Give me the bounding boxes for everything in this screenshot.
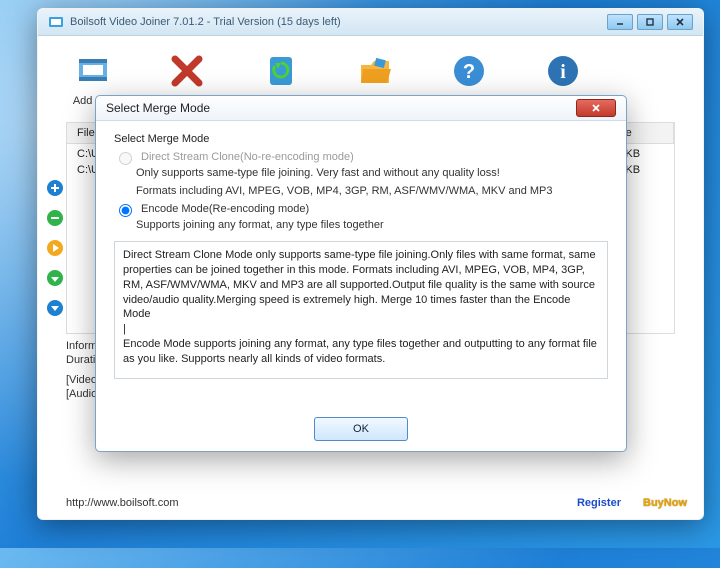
- buy-now-link[interactable]: BuyNow: [643, 497, 687, 509]
- option-direct-stream[interactable]: Direct Stream Clone(No-re-encoding mode): [114, 151, 608, 165]
- down-circle-icon[interactable]: [46, 269, 64, 287]
- window-title: Boilsoft Video Joiner 7.01.2 - Trial Ver…: [70, 16, 341, 28]
- delete-x-icon: [167, 51, 207, 91]
- dialog-footer: OK: [96, 407, 626, 451]
- option-encode-label: Encode Mode(Re-encoding mode): [141, 203, 309, 215]
- window-close-button[interactable]: [667, 14, 693, 30]
- direct-desc-1: Only supports same-type file joining. Ve…: [136, 167, 608, 179]
- direct-desc-2: Formats including AVI, MPEG, VOB, MP4, 3…: [136, 185, 608, 197]
- option-direct-label: Direct Stream Clone(No-re-encoding mode): [141, 151, 354, 163]
- recycle-icon: [261, 51, 301, 91]
- dialog-titlebar: Select Merge Mode: [96, 96, 626, 121]
- register-link[interactable]: Register: [577, 497, 621, 509]
- svg-text:i: i: [560, 61, 566, 83]
- maximize-button[interactable]: [637, 14, 663, 30]
- dialog-close-button[interactable]: [576, 99, 616, 117]
- dialog-title: Select Merge Mode: [106, 101, 210, 115]
- app-icon: [48, 14, 64, 30]
- section-heading: Select Merge Mode: [114, 133, 608, 145]
- merge-mode-dialog: Select Merge Mode Select Merge Mode Dire…: [95, 95, 627, 452]
- radio-encode-mode[interactable]: [119, 204, 132, 217]
- website-link[interactable]: http://www.boilsoft.com: [66, 497, 179, 509]
- remove-circle-icon[interactable]: [46, 209, 64, 227]
- film-add-icon: [73, 51, 113, 91]
- help-icon: ?: [449, 51, 489, 91]
- radio-direct-stream[interactable]: [119, 152, 132, 165]
- encode-desc: Supports joining any format, any type fi…: [136, 219, 608, 231]
- dialog-body: Select Merge Mode Direct Stream Clone(No…: [96, 121, 626, 407]
- mode-explanation-text: Direct Stream Clone Mode only supports s…: [114, 241, 608, 379]
- more-circle-icon[interactable]: [46, 299, 64, 317]
- titlebar: Boilsoft Video Joiner 7.01.2 - Trial Ver…: [38, 9, 703, 36]
- option-encode-mode[interactable]: Encode Mode(Re-encoding mode): [114, 203, 608, 217]
- minimize-button[interactable]: [607, 14, 633, 30]
- add-circle-icon[interactable]: [46, 179, 64, 197]
- play-circle-icon[interactable]: [46, 239, 64, 257]
- footer: http://www.boilsoft.com Register BuyNow: [66, 497, 693, 509]
- side-actions: [46, 179, 64, 317]
- ok-button[interactable]: OK: [314, 417, 408, 441]
- folder-open-icon: [355, 51, 395, 91]
- info-icon: i: [543, 51, 583, 91]
- svg-text:?: ?: [463, 61, 475, 83]
